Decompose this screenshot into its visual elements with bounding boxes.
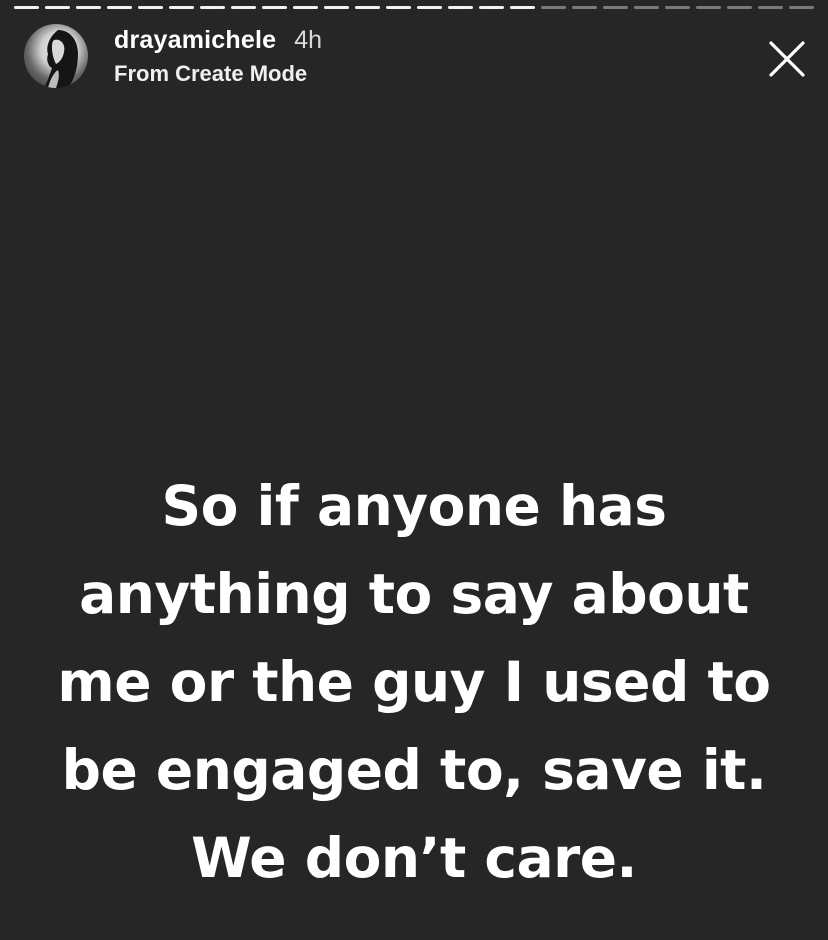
profile-photo-icon xyxy=(44,30,78,88)
progress-segment xyxy=(479,6,504,9)
story-progress-bar xyxy=(14,6,814,9)
story-viewer[interactable]: drayamichele 4h From Create Mode So if a… xyxy=(0,0,828,940)
caption-line: be engaged to, save it. xyxy=(61,738,767,802)
progress-segment xyxy=(231,6,256,9)
avatar[interactable] xyxy=(24,24,88,88)
progress-segment xyxy=(789,6,814,9)
progress-segment xyxy=(541,6,566,9)
progress-segment xyxy=(76,6,101,9)
progress-segment xyxy=(355,6,380,9)
progress-segment xyxy=(603,6,628,9)
progress-segment xyxy=(510,6,535,9)
progress-segment xyxy=(200,6,225,9)
story-meta: drayamichele 4h From Create Mode xyxy=(114,26,322,87)
caption-line: me or the guy I used to xyxy=(57,650,771,714)
post-time: 4h xyxy=(294,25,323,54)
story-meta-line: drayamichele 4h xyxy=(114,26,322,55)
story-header: drayamichele 4h From Create Mode xyxy=(24,24,322,88)
caption-line: anything to say about xyxy=(79,562,749,626)
progress-segment xyxy=(14,6,39,9)
progress-segment xyxy=(45,6,70,9)
progress-segment xyxy=(324,6,349,9)
story-source-subtitle[interactable]: From Create Mode xyxy=(114,61,322,87)
progress-segment xyxy=(262,6,287,9)
story-caption: So if anyone has anything to say about m… xyxy=(0,462,828,902)
close-button[interactable] xyxy=(768,40,806,78)
progress-segment xyxy=(386,6,411,9)
username[interactable]: drayamichele xyxy=(114,26,276,55)
progress-segment xyxy=(293,6,318,9)
progress-segment xyxy=(727,6,752,9)
progress-segment xyxy=(572,6,597,9)
progress-segment xyxy=(634,6,659,9)
progress-segment xyxy=(169,6,194,9)
progress-segment xyxy=(696,6,721,9)
close-icon xyxy=(769,41,805,77)
progress-segment xyxy=(107,6,132,9)
progress-segment xyxy=(448,6,473,9)
progress-segment xyxy=(665,6,690,9)
progress-segment xyxy=(417,6,442,9)
progress-segment xyxy=(138,6,163,9)
progress-segment xyxy=(758,6,783,9)
caption-line: So if anyone has xyxy=(161,474,668,538)
caption-line: We don’t care. xyxy=(191,826,637,890)
